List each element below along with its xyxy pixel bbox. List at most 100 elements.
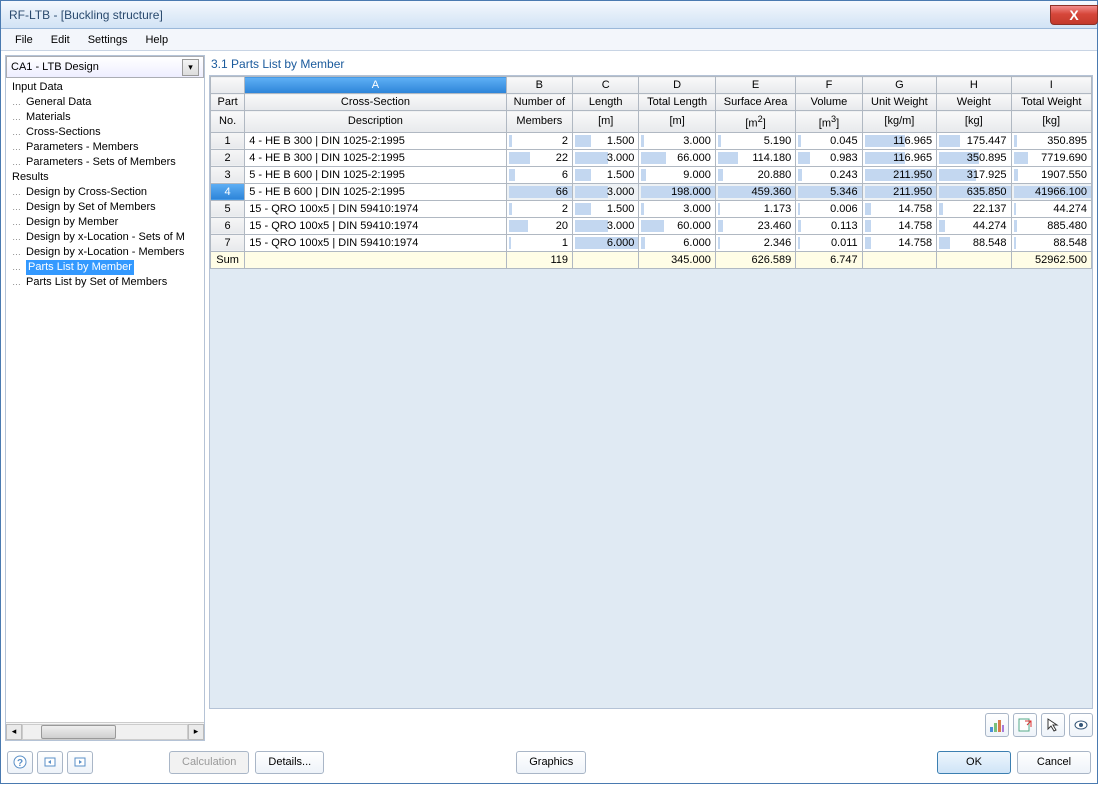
cell[interactable]: 14.758 bbox=[862, 234, 936, 251]
scroll-right-icon[interactable]: ▸ bbox=[188, 724, 204, 740]
col-letter[interactable]: C bbox=[573, 77, 639, 94]
cell[interactable]: 5.190 bbox=[715, 132, 795, 149]
cell[interactable]: 2 bbox=[506, 200, 572, 217]
cell-description[interactable]: 5 - HE B 600 | DIN 1025-2:1995 bbox=[245, 166, 506, 183]
cell[interactable]: 1 bbox=[506, 234, 572, 251]
view-icon[interactable] bbox=[1069, 713, 1093, 737]
table-row[interactable]: 45 - HE B 600 | DIN 1025-2:1995663.00019… bbox=[211, 183, 1092, 200]
cell[interactable]: 317.925 bbox=[937, 166, 1011, 183]
col-letter[interactable]: D bbox=[639, 77, 715, 94]
cell[interactable]: 211.950 bbox=[862, 166, 936, 183]
cell[interactable]: 116.965 bbox=[862, 132, 936, 149]
cell[interactable]: 44.274 bbox=[1011, 200, 1092, 217]
tree-design-xloc-sets[interactable]: Design by x-Location - Sets of M bbox=[8, 230, 204, 245]
cell[interactable]: 0.983 bbox=[796, 149, 862, 166]
cell[interactable]: 22.137 bbox=[937, 200, 1011, 217]
cell[interactable]: 1.500 bbox=[573, 166, 639, 183]
tree-input-data[interactable]: Input Data bbox=[8, 80, 204, 95]
help-button[interactable]: ? bbox=[7, 751, 33, 774]
cancel-button[interactable]: Cancel bbox=[1017, 751, 1091, 774]
tree-materials[interactable]: Materials bbox=[8, 110, 204, 125]
cell[interactable]: 350.895 bbox=[1011, 132, 1092, 149]
cell[interactable]: 0.011 bbox=[796, 234, 862, 251]
cell[interactable]: 6.000 bbox=[573, 234, 639, 251]
case-combo[interactable]: CA1 - LTB Design ▾ bbox=[6, 56, 204, 78]
cell[interactable]: 3.000 bbox=[639, 200, 715, 217]
export-icon[interactable] bbox=[1013, 713, 1037, 737]
prev-button[interactable] bbox=[37, 751, 63, 774]
cell[interactable]: 23.460 bbox=[715, 217, 795, 234]
col-letter[interactable]: E bbox=[715, 77, 795, 94]
col-letter[interactable]: G bbox=[862, 77, 936, 94]
cell[interactable]: 88.548 bbox=[1011, 234, 1092, 251]
table-row[interactable]: 715 - QRO 100x5 | DIN 59410:197416.0006.… bbox=[211, 234, 1092, 251]
table-row[interactable]: 515 - QRO 100x5 | DIN 59410:197421.5003.… bbox=[211, 200, 1092, 217]
table-row[interactable]: 24 - HE B 300 | DIN 1025-2:1995223.00066… bbox=[211, 149, 1092, 166]
cell-description[interactable]: 15 - QRO 100x5 | DIN 59410:1974 bbox=[245, 200, 506, 217]
data-grid[interactable]: ABCDEFGHIPartCross-SectionNumber ofLengt… bbox=[209, 75, 1093, 709]
col-letter[interactable]: A bbox=[245, 77, 506, 94]
cell[interactable]: 114.180 bbox=[715, 149, 795, 166]
cell[interactable]: 1.500 bbox=[573, 132, 639, 149]
result-diagram-icon[interactable] bbox=[985, 713, 1009, 737]
cell[interactable]: 1.500 bbox=[573, 200, 639, 217]
cell[interactable]: 211.950 bbox=[862, 183, 936, 200]
cell[interactable]: 22 bbox=[506, 149, 572, 166]
tree-design-set[interactable]: Design by Set of Members bbox=[8, 200, 204, 215]
cell[interactable]: 20 bbox=[506, 217, 572, 234]
cell[interactable]: 0.045 bbox=[796, 132, 862, 149]
cell[interactable]: 3.000 bbox=[573, 217, 639, 234]
row-number[interactable]: 7 bbox=[211, 234, 245, 251]
graphics-button[interactable]: Graphics bbox=[516, 751, 586, 774]
tree-parts-list-set[interactable]: Parts List by Set of Members bbox=[8, 275, 204, 290]
tree-parameters-members[interactable]: Parameters - Members bbox=[8, 140, 204, 155]
tree-general-data[interactable]: General Data bbox=[8, 95, 204, 110]
row-number[interactable]: 1 bbox=[211, 132, 245, 149]
cell[interactable]: 3.000 bbox=[639, 132, 715, 149]
cell[interactable]: 350.895 bbox=[937, 149, 1011, 166]
cell[interactable]: 3.000 bbox=[573, 183, 639, 200]
col-letter[interactable]: B bbox=[506, 77, 572, 94]
cell-description[interactable]: 4 - HE B 300 | DIN 1025-2:1995 bbox=[245, 149, 506, 166]
cell[interactable]: 66 bbox=[506, 183, 572, 200]
close-button[interactable]: X bbox=[1050, 5, 1098, 25]
scroll-left-icon[interactable]: ◂ bbox=[6, 724, 22, 740]
cell[interactable]: 7719.690 bbox=[1011, 149, 1092, 166]
scroll-thumb[interactable] bbox=[41, 725, 116, 739]
table-row[interactable]: 14 - HE B 300 | DIN 1025-2:199521.5003.0… bbox=[211, 132, 1092, 149]
cell[interactable]: 9.000 bbox=[639, 166, 715, 183]
cell[interactable]: 885.480 bbox=[1011, 217, 1092, 234]
col-letter[interactable]: H bbox=[937, 77, 1011, 94]
cell[interactable]: 0.113 bbox=[796, 217, 862, 234]
tree-design-xloc-members[interactable]: Design by x-Location - Members bbox=[8, 245, 204, 260]
cell[interactable]: 5.346 bbox=[796, 183, 862, 200]
cell-description[interactable]: 15 - QRO 100x5 | DIN 59410:1974 bbox=[245, 217, 506, 234]
cell[interactable]: 0.243 bbox=[796, 166, 862, 183]
cell[interactable]: 175.447 bbox=[937, 132, 1011, 149]
col-letter[interactable]: F bbox=[796, 77, 862, 94]
cell[interactable]: 44.274 bbox=[937, 217, 1011, 234]
cell[interactable]: 60.000 bbox=[639, 217, 715, 234]
cell[interactable]: 41966.100 bbox=[1011, 183, 1092, 200]
row-number[interactable]: 4 bbox=[211, 183, 245, 200]
row-number[interactable]: 3 bbox=[211, 166, 245, 183]
cell[interactable]: 88.548 bbox=[937, 234, 1011, 251]
cell[interactable]: 2 bbox=[506, 132, 572, 149]
cell[interactable]: 2.346 bbox=[715, 234, 795, 251]
tree-parameters-sets[interactable]: Parameters - Sets of Members bbox=[8, 155, 204, 170]
menu-edit[interactable]: Edit bbox=[43, 32, 78, 48]
cell[interactable]: 14.758 bbox=[862, 217, 936, 234]
cell[interactable]: 1.173 bbox=[715, 200, 795, 217]
table-row[interactable]: 615 - QRO 100x5 | DIN 59410:1974203.0006… bbox=[211, 217, 1092, 234]
cell-description[interactable]: 4 - HE B 300 | DIN 1025-2:1995 bbox=[245, 132, 506, 149]
cell[interactable]: 198.000 bbox=[639, 183, 715, 200]
pick-icon[interactable] bbox=[1041, 713, 1065, 737]
cell[interactable]: 459.360 bbox=[715, 183, 795, 200]
next-button[interactable] bbox=[67, 751, 93, 774]
cell[interactable]: 66.000 bbox=[639, 149, 715, 166]
row-number[interactable]: 6 bbox=[211, 217, 245, 234]
table-row[interactable]: 35 - HE B 600 | DIN 1025-2:199561.5009.0… bbox=[211, 166, 1092, 183]
row-number[interactable]: 5 bbox=[211, 200, 245, 217]
cell[interactable]: 6.000 bbox=[639, 234, 715, 251]
cell[interactable]: 3.000 bbox=[573, 149, 639, 166]
